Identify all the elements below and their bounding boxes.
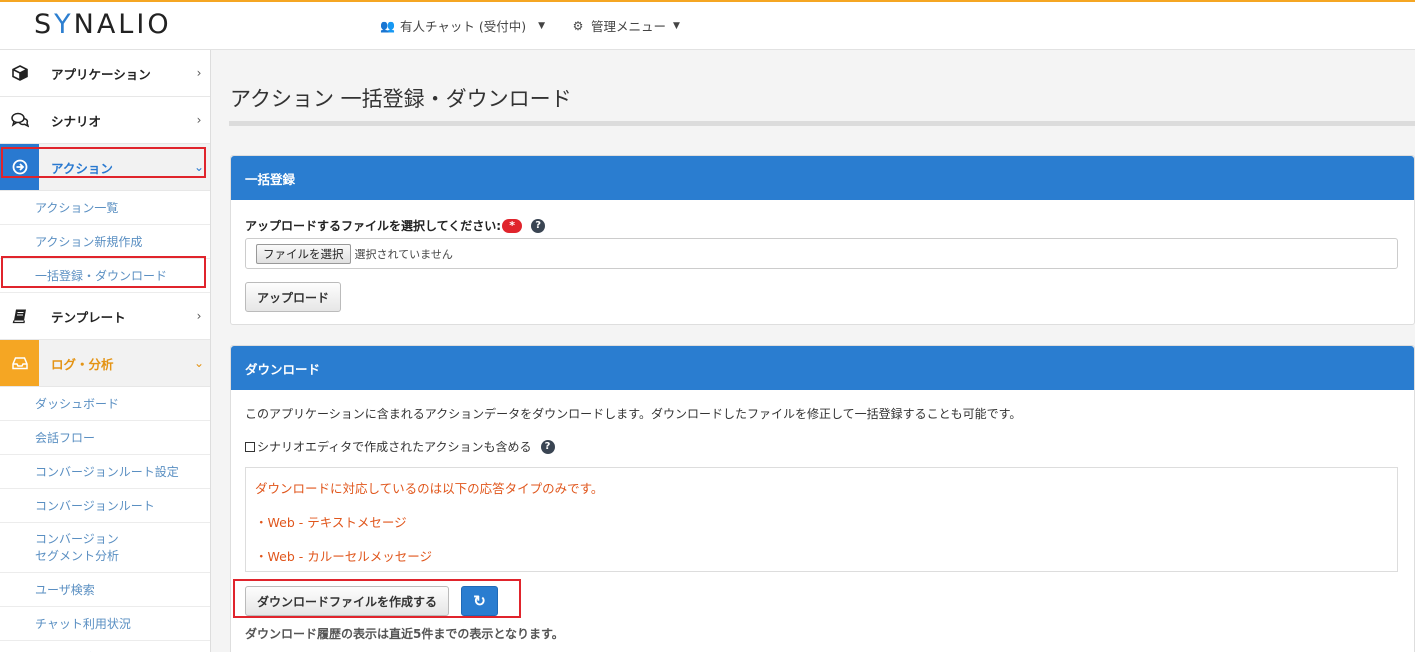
top-header: SYNALIO 👥 有人チャット (受付中) ▼ ⚙ 管理メニュー ▼ <box>0 0 1415 50</box>
admin-menu-label: 管理メニュー <box>591 19 667 34</box>
sidebar-item-log[interactable]: ログ・分析 ⌄ <box>0 340 210 387</box>
main-content: アクション 一括登録・ダウンロード 一括登録 アップロードするファイルを選択して… <box>212 50 1415 652</box>
notice-line: ・Web - カルーセルメッセージ <box>255 549 432 564</box>
caret-down-icon: ▼ <box>538 20 546 31</box>
file-field-label: アップロードするファイルを選択してください: * ? <box>245 217 546 234</box>
sidebar-item-label: アクション <box>51 160 113 176</box>
arrow-circle-right-icon <box>0 144 39 190</box>
caret-down-icon: ▼ <box>673 20 680 31</box>
chevron-right-icon: › <box>196 66 202 80</box>
sidebar-item-template[interactable]: テンプレート › <box>0 293 210 340</box>
help-icon[interactable]: ? <box>531 218 546 233</box>
checkbox-label: シナリオエディタで作成されたアクションも含める <box>257 440 532 454</box>
sidebar-item-scenario[interactable]: シナリオ › <box>0 97 210 144</box>
book-icon <box>0 293 39 339</box>
file-field-label-text: アップロードするファイルを選択してください: <box>245 219 502 233</box>
include-scenario-actions-row[interactable]: シナリオエディタで作成されたアクションも含める ? <box>245 438 555 455</box>
upload-button[interactable]: アップロード <box>245 282 342 312</box>
admin-menu[interactable]: ⚙ 管理メニュー ▼ <box>571 16 680 35</box>
help-icon[interactable]: ? <box>540 439 555 454</box>
notice-line: ・Web - テキストメセージ <box>255 515 407 530</box>
sidebar-item-label: シナリオ <box>51 113 102 129</box>
synalio-logo[interactable]: SYNALIO <box>34 9 172 40</box>
users-icon: 👥 <box>380 18 395 33</box>
sidebar-subitem-conversion-segment[interactable]: コンバージョン セグメント分析 <box>0 523 210 573</box>
page-title: アクション 一括登録・ダウンロード <box>230 87 572 111</box>
download-panel: ダウンロード このアプリケーションに含まれるアクションデータをダウンロードします… <box>230 345 1415 652</box>
sidebar-subitem-chat-usage[interactable]: チャット利用状況 <box>0 607 210 641</box>
sidebar-subitem-user-list[interactable]: ユーザ一覧 <box>0 641 210 652</box>
sidebar-item-label: ログ・分析 <box>51 356 114 372</box>
create-download-file-button[interactable]: ダウンロードファイルを作成する <box>245 586 450 616</box>
chat-menu-label: 有人チャット (受付中) <box>400 19 527 34</box>
required-icon: * <box>502 218 523 233</box>
sidebar-item-action[interactable]: アクション ⌄ <box>0 144 210 191</box>
sidebar-subitem-conversion-route-settings[interactable]: コンバージョンルート設定 <box>0 455 210 489</box>
chat-menu[interactable]: 👥 有人チャット (受付中) ▼ <box>380 16 545 35</box>
inbox-icon <box>0 340 39 386</box>
sidebar-subitem-action-new[interactable]: アクション新規作成 <box>0 225 210 259</box>
sidebar-subitem-conversion-route[interactable]: コンバージョンルート <box>0 489 210 523</box>
file-status: 選択されていません <box>354 247 453 261</box>
sidebar-subitem-user-search[interactable]: ユーザ検索 <box>0 573 210 607</box>
sidebar-subitem-line: コンバージョン <box>35 531 119 546</box>
choose-file-button[interactable]: ファイルを選択 <box>256 243 351 264</box>
panel-heading: 一括登録 <box>231 156 1414 200</box>
refresh-icon[interactable]: ↻ <box>461 586 498 616</box>
file-input[interactable]: ファイルを選択 選択されていません <box>245 238 1398 269</box>
chat-bubbles-icon <box>0 97 39 143</box>
chevron-down-icon: ⌄ <box>193 160 205 174</box>
bulk-upload-panel: 一括登録 アップロードするファイルを選択してください: * ? ファイルを選択 … <box>230 155 1415 325</box>
chevron-down-icon: ⌄ <box>193 356 205 370</box>
sidebar-item-label: テンプレート <box>51 309 126 325</box>
gears-icon: ⚙ <box>572 18 584 33</box>
sidebar-subitem-conversation-flow[interactable]: 会話フロー <box>0 421 210 455</box>
notice-line: ダウンロードに対応しているのは以下の応答タイプのみです。 <box>255 481 604 496</box>
sidebar-item-label: アプリケーション <box>51 66 151 82</box>
sidebar-subitem-action-list[interactable]: アクション一覧 <box>0 191 210 225</box>
supported-types-notice: ダウンロードに対応しているのは以下の応答タイプのみです。 ・Web - テキスト… <box>245 467 1398 572</box>
download-description: このアプリケーションに含まれるアクションデータをダウンロードします。ダウンロード… <box>245 407 1022 421</box>
sidebar-subitem-line: セグメント分析 <box>35 548 120 563</box>
sidebar-subitem-dashboard[interactable]: ダッシュボード <box>0 387 210 421</box>
chevron-right-icon: › <box>196 113 202 127</box>
history-note: ダウンロード履歴の表示は直近5件までの表示となります。 <box>245 627 564 641</box>
title-divider <box>229 121 1415 126</box>
sidebar-subitem-bulk-download[interactable]: 一括登録・ダウンロード <box>0 259 210 293</box>
sidebar: アプリケーション › シナリオ › アクション ⌄ アクション一覧 アクション新… <box>0 50 211 652</box>
sidebar-item-application[interactable]: アプリケーション › <box>0 50 210 97</box>
panel-heading: ダウンロード <box>231 346 1414 390</box>
chevron-right-icon: › <box>196 309 202 323</box>
include-scenario-actions-checkbox[interactable] <box>245 441 255 452</box>
cube-icon <box>0 50 39 96</box>
